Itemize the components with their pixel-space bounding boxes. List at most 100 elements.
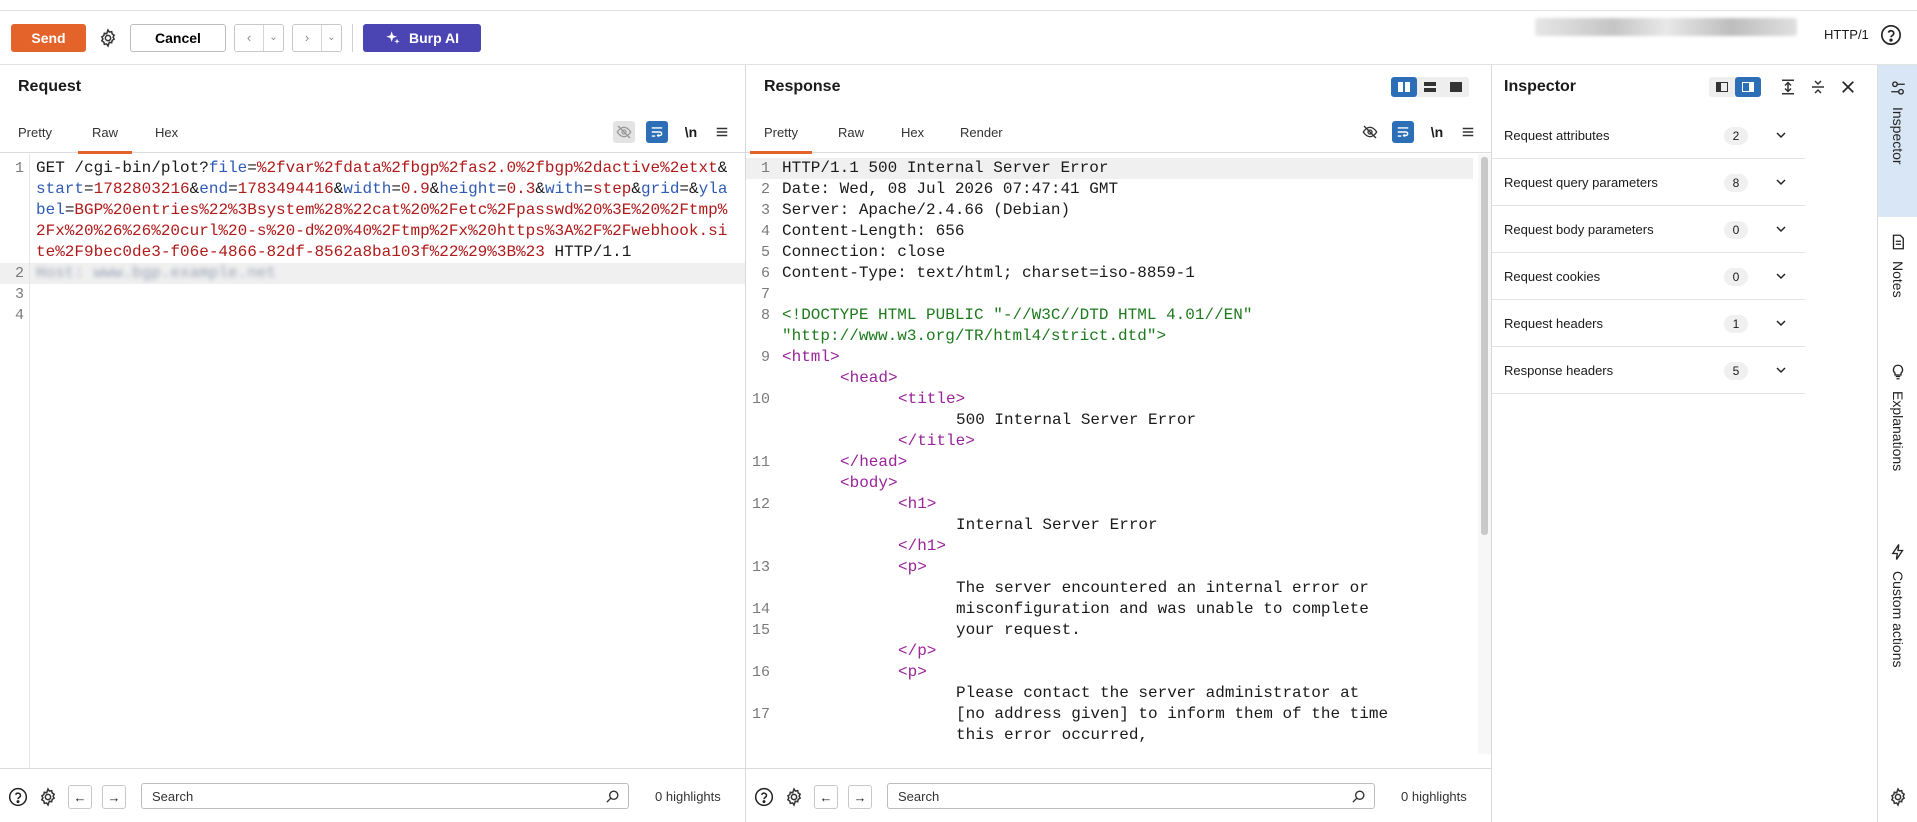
response-line-text: </title>: [898, 432, 975, 450]
help-button[interactable]: [1880, 24, 1902, 49]
line-number: 8: [760, 307, 770, 324]
code-line: 8 <!DOCTYPE HTML PUBLIC "-//W3C//DTD HTML…: [746, 305, 1473, 326]
inspector-section-request-body-parameters[interactable]: Request body parameters 0: [1492, 207, 1805, 253]
tab-hex[interactable]: Hex: [155, 113, 178, 153]
next-match-button[interactable]: →: [848, 785, 872, 809]
layout-tabs-button[interactable]: [1443, 77, 1469, 97]
inspector-section-response-headers[interactable]: Response headers 5: [1492, 348, 1805, 394]
search-input[interactable]: [887, 783, 1375, 809]
newline-toggle[interactable]: \n: [1426, 121, 1448, 143]
cancel-button[interactable]: Cancel: [130, 23, 226, 52]
highlight-count: 0 highlights: [1401, 789, 1467, 804]
code-line: 3 Server: Apache/2.4.66 (Debian): [746, 200, 1473, 221]
inspector-section-request-query-parameters[interactable]: Request query parameters 8: [1492, 160, 1805, 206]
code-line: 15 your request.: [746, 620, 1473, 641]
line-number: 17: [751, 706, 770, 723]
hide-nonprintable-toggle[interactable]: [613, 121, 635, 143]
tab-pretty[interactable]: Pretty: [750, 113, 812, 154]
tab-render[interactable]: Render: [960, 113, 1003, 153]
sidebar-item-inspector[interactable]: Inspector: [1878, 65, 1917, 217]
hamburger-icon: [1462, 127, 1474, 137]
response-line-text: misconfiguration and was unable to compl…: [956, 600, 1369, 618]
sidebar-item-notes[interactable]: Notes: [1878, 233, 1917, 353]
count-badge: 8: [1724, 174, 1748, 192]
help-button[interactable]: [6, 785, 30, 809]
history-back-button[interactable]: ‹: [235, 25, 263, 51]
inspector-section-request-cookies[interactable]: Request cookies 0: [1492, 254, 1805, 300]
sidebar-item-label: Custom actions: [1890, 571, 1906, 668]
layout-stacked-button[interactable]: [1417, 77, 1443, 97]
line-gutter: [29, 154, 30, 768]
notes-icon: [1892, 234, 1904, 250]
expand-icon: [1782, 79, 1794, 95]
inspector-section-request-attributes[interactable]: Request attributes 2: [1492, 113, 1805, 159]
line-number: [746, 410, 776, 431]
chevron-down-icon: [1776, 179, 1786, 186]
burp-ai-label: Burp AI: [408, 29, 460, 46]
code-line: 500 Internal Server Error: [746, 410, 1473, 431]
response-line-text: [no address given] to inform them of the…: [956, 705, 1389, 723]
code-line: 7: [746, 284, 1473, 305]
right-sidebar: Inspector Notes Explanations Custom acti…: [1877, 65, 1917, 822]
history-forward-button[interactable]: ›: [293, 25, 321, 51]
search-input[interactable]: [141, 783, 629, 809]
word-wrap-toggle[interactable]: [646, 121, 668, 143]
collapse-all-button[interactable]: [1809, 78, 1827, 99]
line-number: [746, 578, 776, 599]
newline-toggle[interactable]: \n: [680, 121, 702, 143]
eye-off-icon: [1362, 125, 1378, 139]
search-settings-button[interactable]: [36, 785, 60, 809]
inspector-dock-right-button[interactable]: [1735, 77, 1761, 97]
close-inspector-button[interactable]: [1839, 78, 1857, 99]
scrollbar-thumb[interactable]: [1481, 157, 1488, 535]
single-pane-icon: [1450, 82, 1462, 92]
settings-button[interactable]: [94, 24, 122, 52]
menu-button[interactable]: [1457, 121, 1479, 143]
history-forward-dropdown[interactable]: ⌄: [321, 24, 341, 51]
menu-button[interactable]: [711, 121, 733, 143]
tab-raw[interactable]: Raw: [838, 113, 864, 153]
previous-match-button[interactable]: ←: [68, 785, 92, 809]
next-match-button[interactable]: →: [102, 785, 126, 809]
send-button[interactable]: Send: [11, 23, 86, 52]
tab-hex[interactable]: Hex: [901, 113, 924, 153]
word-wrap-toggle[interactable]: [1392, 121, 1414, 143]
search-settings-button[interactable]: [782, 785, 806, 809]
response-editor[interactable]: 1 HTTP/1.1 500 Internal Server Error 2 Date…: [746, 154, 1473, 768]
response-line-text: your request.: [956, 621, 1081, 639]
history-back-dropdown[interactable]: ⌄: [263, 24, 283, 51]
eye-off-icon: [616, 125, 632, 139]
sidebar-item-custom-actions[interactable]: Custom actions: [1878, 543, 1917, 783]
count-badge: 2: [1724, 127, 1748, 145]
hide-nonprintable-toggle[interactable]: [1359, 121, 1381, 143]
protocol-selector[interactable]: HTTP/1: [1824, 27, 1869, 42]
burp-ai-button[interactable]: Burp AI: [363, 23, 481, 52]
tab-raw[interactable]: Raw: [77, 113, 133, 154]
inspector-dock-left-button[interactable]: [1709, 77, 1735, 97]
code-line: this error occurred,: [746, 725, 1473, 746]
request-line-text: GET /cgi-bin/plot?file=%2fvar%2fdata%2fb…: [36, 159, 728, 261]
code-line: 11 </head>: [746, 452, 1473, 473]
tab-pretty[interactable]: Pretty: [18, 113, 52, 153]
code-line: </h1>: [746, 536, 1473, 557]
request-panel: Request Pretty Raw Hex \n 1 GET /cgi-bin…: [0, 65, 745, 822]
response-line-text: Content-Type: text/html; charset=iso-885…: [782, 264, 1195, 282]
gear-icon: [40, 787, 56, 807]
sparkle-icon: [386, 30, 400, 44]
help-button[interactable]: [752, 785, 776, 809]
inspector-section-request-headers[interactable]: Request headers 1: [1492, 301, 1805, 347]
expand-all-button[interactable]: [1779, 78, 1797, 99]
gear-icon: [786, 787, 802, 807]
line-number: [746, 431, 776, 452]
layout-side-by-side-button[interactable]: [1391, 77, 1417, 97]
request-editor[interactable]: 1 GET /cgi-bin/plot?file=%2fvar%2fdata%2…: [0, 154, 745, 768]
line-number: 9: [760, 349, 770, 366]
previous-match-button[interactable]: ←: [814, 785, 838, 809]
highlight-count: 0 highlights: [655, 789, 721, 804]
inspector-icon: [1891, 81, 1905, 95]
sidebar-item-explanations[interactable]: Explanations: [1878, 363, 1917, 563]
sidebar-settings-button[interactable]: [1888, 787, 1908, 810]
chevron-right-icon: ›: [304, 30, 310, 45]
target-host-redacted[interactable]: [1535, 18, 1797, 36]
help-icon: [1881, 25, 1901, 45]
